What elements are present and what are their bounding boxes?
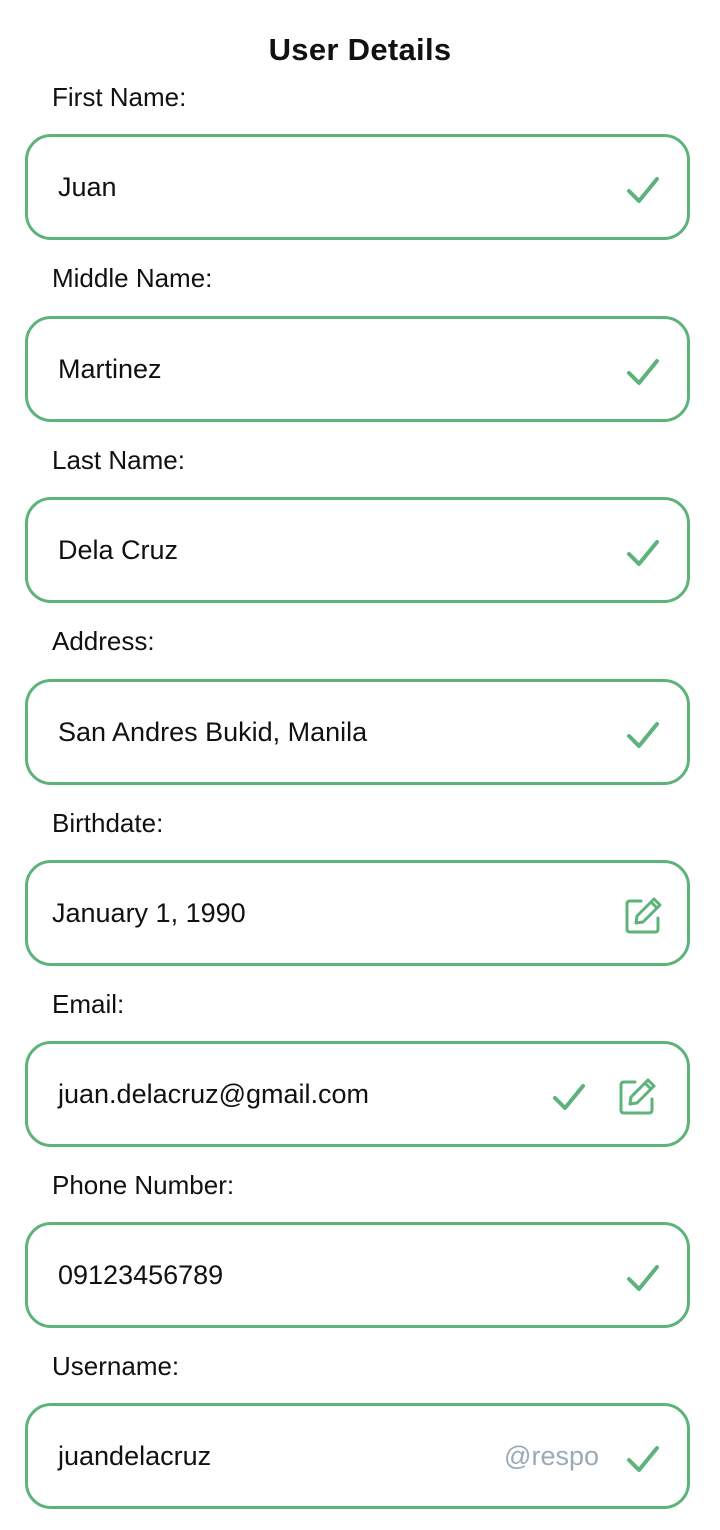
page-title: User Details — [268, 32, 452, 67]
check-icon — [625, 1441, 661, 1477]
check-icon — [625, 172, 661, 208]
username-value: juandelacruz — [58, 1440, 212, 1471]
username-field[interactable]: juandelacruz @respo — [25, 1403, 690, 1509]
username-suffix: @respo — [504, 1440, 599, 1471]
email-value: juan.delacruz@gmail.com — [58, 1078, 370, 1109]
phone-field[interactable]: 09123456789 — [25, 1222, 690, 1328]
check-icon — [625, 535, 661, 571]
phone-label: Phone Number: — [52, 1170, 235, 1200]
edit-icon[interactable] — [617, 1077, 657, 1117]
address-field[interactable]: San Andres Bukid, Manila — [25, 679, 690, 785]
address-value: San Andres Bukid, Manila — [58, 716, 368, 747]
first-name-value: Juan — [58, 171, 117, 202]
last-name-value: Dela Cruz — [58, 534, 179, 565]
last-name-label: Last Name: — [52, 445, 185, 475]
check-icon — [625, 1260, 661, 1296]
first-name-label: First Name: — [52, 82, 187, 112]
phone-value: 09123456789 — [58, 1259, 224, 1290]
check-icon — [625, 717, 661, 753]
check-icon — [625, 354, 661, 390]
check-icon — [551, 1079, 587, 1115]
middle-name-label: Middle Name: — [52, 263, 213, 293]
edit-icon[interactable] — [623, 896, 663, 936]
email-label: Email: — [52, 989, 125, 1019]
email-field[interactable]: juan.delacruz@gmail.com — [25, 1041, 690, 1147]
last-name-field[interactable]: Dela Cruz — [25, 497, 690, 603]
address-label: Address: — [52, 626, 155, 656]
birthdate-field[interactable]: January 1, 1990 — [25, 860, 690, 966]
birthdate-value: January 1, 1990 — [52, 897, 246, 928]
username-label: Username: — [52, 1351, 180, 1381]
birthdate-label: Birthdate: — [52, 808, 164, 838]
middle-name-field[interactable]: Martinez — [25, 316, 690, 422]
first-name-field[interactable]: Juan — [25, 134, 690, 240]
middle-name-value: Martinez — [58, 353, 162, 384]
